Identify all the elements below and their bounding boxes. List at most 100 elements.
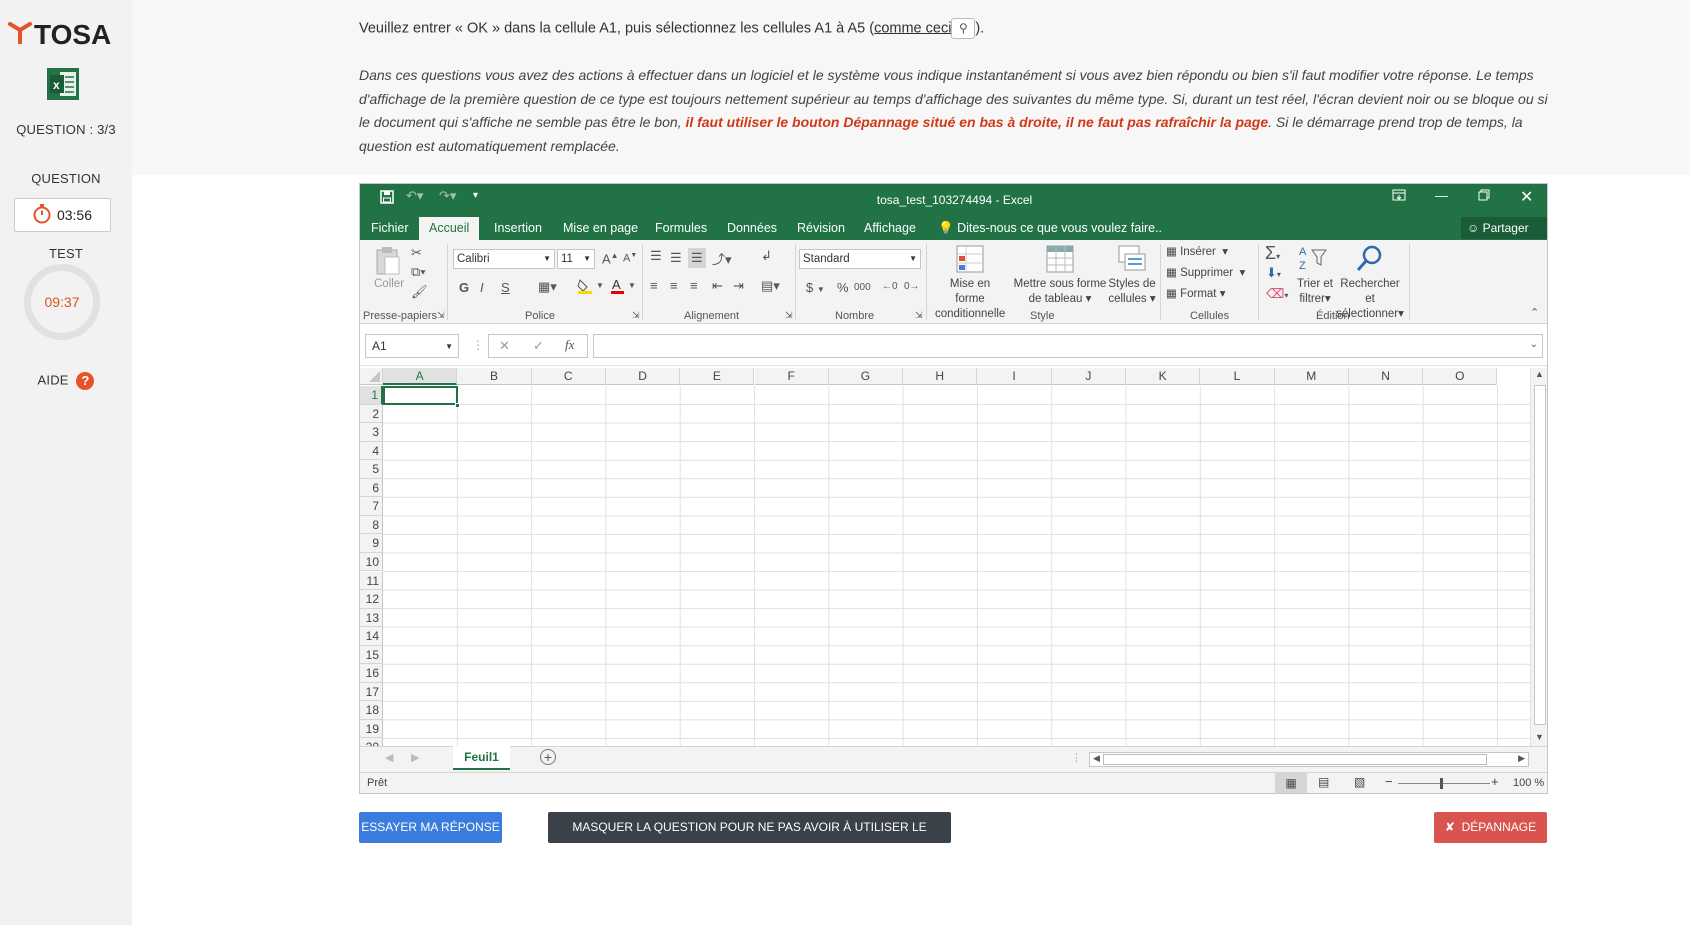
cancel-icon[interactable]: ✕ (499, 338, 510, 354)
column-header[interactable]: O (1423, 368, 1498, 385)
zoom-slider[interactable] (1398, 783, 1490, 784)
row-header[interactable]: 5 (360, 460, 383, 479)
align-bottom-icon[interactable]: ☰ (688, 248, 706, 268)
column-header[interactable]: A (383, 368, 458, 385)
align-left-icon[interactable]: ≡ (650, 278, 658, 293)
sheet-tab-feuil1[interactable]: Feuil1 (453, 746, 510, 770)
column-header[interactable]: M (1274, 368, 1349, 385)
cut-icon[interactable]: ✂ (411, 245, 422, 261)
share-button[interactable]: ☺ Partager (1461, 217, 1547, 239)
paste-label[interactable]: Coller (374, 277, 404, 292)
sort-filter-icon[interactable]: AZ (1298, 244, 1328, 275)
clipboard-launcher-icon[interactable]: ⇲ (437, 310, 445, 321)
tab-fichier[interactable]: Fichier (361, 217, 419, 240)
active-cell-a1[interactable] (383, 386, 458, 405)
column-header[interactable]: G (828, 368, 904, 385)
prev-sheet-icon[interactable]: ◀ (385, 751, 393, 764)
row-header[interactable]: 18 (360, 701, 383, 720)
vertical-scrollbar[interactable]: ▲ ▼ (1530, 368, 1547, 746)
help-link[interactable]: AIDE ? (0, 372, 132, 390)
troubleshoot-button[interactable]: ✘ DÉPANNAGE (1434, 812, 1547, 843)
normal-view-icon[interactable]: ▦ (1275, 773, 1307, 793)
ribbon-display-icon[interactable] (1392, 189, 1406, 204)
row-header[interactable]: 15 (360, 645, 383, 665)
paste-icon[interactable] (374, 246, 402, 279)
column-header[interactable]: I (977, 368, 1052, 385)
alignment-launcher-icon[interactable]: ⇲ (785, 310, 793, 321)
tab-revision[interactable]: Révision (787, 217, 855, 240)
column-header[interactable]: B (457, 368, 532, 385)
insert-cells-button[interactable]: ▦ Insérer ▾ (1166, 245, 1228, 260)
cell-styles-icon[interactable] (1118, 245, 1146, 276)
tab-donnees[interactable]: Données (717, 217, 787, 240)
row-header[interactable]: 4 (360, 441, 383, 461)
scroll-left-icon[interactable]: ◀ (1093, 753, 1100, 764)
worksheet-grid[interactable]: ABCDEFGHIJKLMNO 1 2 3 4 5 6 7 8 9 10 11 12 13 14 15 16 1… (360, 368, 1530, 757)
horizontal-scrollbar[interactable]: ◀ ▶ (1089, 752, 1529, 767)
magnifier-icon[interactable]: ⚲ (951, 18, 976, 39)
zoom-slider-thumb[interactable] (1440, 778, 1443, 789)
column-header[interactable]: L (1200, 368, 1275, 385)
tab-insertion[interactable]: Insertion (484, 217, 552, 240)
row-header[interactable]: 10 (360, 552, 383, 572)
align-middle-icon[interactable]: ☰ (670, 250, 682, 266)
conditional-format-icon[interactable] (956, 245, 984, 276)
enter-icon[interactable]: ✓ (533, 338, 544, 354)
horizontal-scroll-thumb[interactable] (1103, 754, 1487, 765)
zoom-in-icon[interactable]: + (1491, 774, 1499, 789)
column-header[interactable]: E (680, 368, 755, 385)
vertical-scroll-thumb[interactable] (1534, 385, 1546, 725)
row-header[interactable]: 12 (360, 590, 383, 609)
name-box[interactable]: A1 ▼ (365, 334, 459, 358)
column-header[interactable]: N (1348, 368, 1424, 385)
format-as-table-label[interactable]: Mettre sous forme de tableau ▾ (1013, 277, 1107, 307)
find-select-icon[interactable] (1356, 244, 1384, 275)
delete-cells-button[interactable]: ▦ Supprimer ▾ (1166, 266, 1245, 281)
font-launcher-icon[interactable]: ⇲ (632, 310, 640, 321)
increase-indent-icon[interactable]: ⇥ (733, 278, 744, 294)
clear-icon[interactable]: ⌫▾ (1266, 286, 1288, 302)
scroll-right-icon[interactable]: ▶ (1518, 753, 1525, 764)
font-name-select[interactable]: Calibri ▼ (453, 249, 555, 269)
column-header[interactable]: H (903, 368, 978, 385)
format-cells-button[interactable]: ▦ Format ▾ (1166, 287, 1225, 302)
tab-accueil[interactable]: Accueil (419, 217, 480, 240)
row-header[interactable]: 17 (360, 682, 383, 702)
row-header[interactable]: 13 (360, 608, 383, 628)
column-header[interactable]: K (1126, 368, 1201, 385)
row-header[interactable]: 3 (360, 423, 383, 442)
currency-button[interactable]: $ ▼ (806, 280, 825, 295)
minimize-icon[interactable]: — (1435, 188, 1448, 203)
sort-filter-label[interactable]: Trier et filtrer▾ (1296, 277, 1334, 307)
close-icon[interactable]: ✕ (1520, 187, 1533, 207)
thousands-button[interactable]: 000 (854, 282, 871, 293)
bold-button[interactable]: G (459, 280, 469, 295)
font-color-icon[interactable]: A ▼ (610, 277, 638, 297)
column-header[interactable]: J (1051, 368, 1126, 385)
collapse-ribbon-icon[interactable]: ⌃ (1530, 306, 1539, 319)
tab-mise-en-page[interactable]: Mise en page (553, 217, 648, 240)
column-header[interactable]: F (754, 368, 829, 385)
increase-decimal-icon[interactable]: ←0 (882, 281, 898, 292)
percent-button[interactable]: % (837, 280, 849, 295)
grow-font-icon[interactable]: A▲ (602, 251, 619, 266)
page-break-view-icon[interactable]: ▧ (1354, 775, 1365, 789)
font-size-select[interactable]: 11 ▼ (557, 249, 595, 269)
row-header[interactable]: 8 (360, 515, 383, 535)
column-header[interactable]: C (531, 368, 606, 385)
format-as-table-icon[interactable] (1046, 245, 1074, 276)
row-header[interactable]: 6 (360, 478, 383, 498)
borders-icon[interactable]: ▦▾ (538, 279, 557, 295)
hide-question-button[interactable]: MASQUER LA QUESTION POUR NE PAS AVOIR À … (548, 812, 951, 865)
fill-handle[interactable] (455, 403, 460, 408)
zoom-level[interactable]: 100 % (1513, 777, 1544, 789)
tab-affichage[interactable]: Affichage (854, 217, 926, 240)
align-right-icon[interactable]: ≡ (690, 278, 698, 293)
expand-formula-icon[interactable]: ⌄ (1530, 339, 1538, 350)
number-format-select[interactable]: Standard ▼ (799, 249, 921, 269)
next-sheet-icon[interactable]: ▶ (411, 751, 419, 764)
zoom-out-icon[interactable]: − (1385, 774, 1393, 789)
row-header[interactable]: 2 (360, 404, 383, 424)
decrease-decimal-icon[interactable]: 0→ (904, 281, 920, 292)
decrease-indent-icon[interactable]: ⇤ (712, 278, 723, 294)
